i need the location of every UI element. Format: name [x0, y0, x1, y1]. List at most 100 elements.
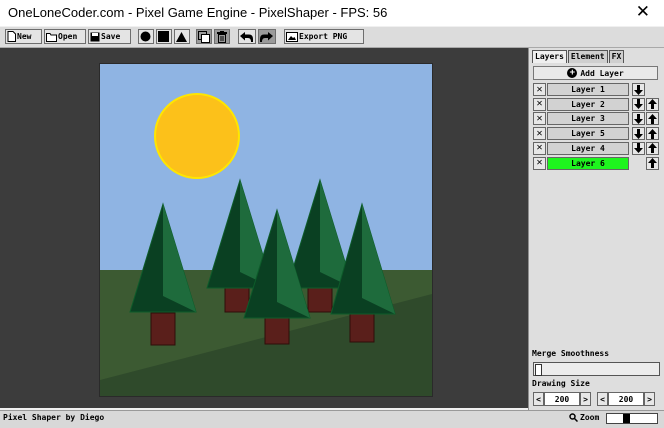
layer-row: ✕ Layer 1: [533, 83, 660, 96]
export-image-icon: [286, 31, 298, 42]
move-layer-up-button[interactable]: [646, 97, 659, 111]
add-layer-button[interactable]: + Add Layer: [533, 66, 658, 80]
circle-icon: [140, 31, 151, 42]
move-layer-down-button[interactable]: [632, 141, 645, 155]
toolbar: New Open Save Export PNG: [0, 27, 664, 48]
arrow-down-icon: [634, 113, 643, 124]
delete-x-icon: ✕: [536, 83, 543, 95]
tab-fx[interactable]: FX: [608, 50, 625, 63]
drawing-canvas[interactable]: [99, 63, 433, 397]
workspace: [0, 48, 528, 408]
status-text: Pixel Shaper by Diego: [3, 413, 105, 422]
height-value[interactable]: 200: [608, 392, 644, 406]
layer-row: ✕ Layer 2: [533, 97, 660, 111]
zoom-slider-thumb[interactable]: [623, 414, 630, 423]
layer-name[interactable]: Layer 6: [547, 156, 629, 170]
triangle-icon: [176, 31, 187, 42]
magnifier-icon: [569, 413, 578, 422]
move-layer-up-button[interactable]: [646, 156, 659, 170]
side-panel: Layers Element FX + Add Layer ✕ Layer 1 ✕ L…: [528, 48, 664, 410]
add-layer-label: Add Layer: [580, 68, 624, 78]
new-button[interactable]: New: [5, 29, 42, 44]
save-button[interactable]: Save: [88, 29, 131, 44]
width-increase-button[interactable]: >: [580, 392, 591, 406]
arrow-up-icon: [648, 99, 657, 110]
delete-layer-button[interactable]: ✕: [533, 112, 546, 126]
close-icon[interactable]: ✕: [636, 2, 650, 22]
status-bar: Pixel Shaper by Diego Zoom: [0, 410, 664, 428]
layer-name[interactable]: Layer 4: [547, 141, 629, 155]
open-button-label: Open: [58, 32, 78, 41]
move-layer-up-button[interactable]: [646, 141, 659, 155]
triangle-tool-button[interactable]: [174, 29, 190, 44]
arrow-up-icon: [648, 128, 657, 139]
delete-layer-button[interactable]: ✕: [533, 141, 546, 155]
tab-element[interactable]: Element: [567, 50, 608, 63]
open-button[interactable]: Open: [44, 29, 86, 44]
new-file-icon: [7, 31, 16, 42]
layer-name[interactable]: Layer 3: [547, 112, 629, 126]
circle-tool-button[interactable]: [138, 29, 154, 44]
move-layer-down-button[interactable]: [632, 97, 645, 111]
duplicate-tool-button[interactable]: [196, 29, 212, 44]
sky: [100, 64, 432, 270]
layer-row: ✕ Layer 6: [533, 156, 660, 170]
panel-tabs: Layers Element FX: [532, 50, 625, 63]
undo-arrow-icon: [240, 31, 253, 42]
delete-x-icon: ✕: [536, 112, 543, 124]
arrow-down-icon: [634, 84, 643, 95]
tab-layers[interactable]: Layers: [532, 50, 567, 63]
merge-smoothness-slider[interactable]: [533, 362, 660, 376]
arrow-down-icon: [634, 143, 643, 154]
layer-row: ✕ Layer 4: [533, 141, 660, 155]
save-disk-icon: [90, 32, 100, 41]
save-button-label: Save: [101, 32, 121, 41]
redo-arrow-icon: [260, 31, 273, 42]
delete-x-icon: ✕: [536, 98, 543, 110]
move-layer-up-button[interactable]: [646, 112, 659, 126]
width-decrease-button[interactable]: <: [533, 392, 544, 406]
height-decrease-button[interactable]: <: [597, 392, 608, 406]
move-layer-up-button[interactable]: [646, 127, 659, 141]
layer-name[interactable]: Layer 5: [547, 127, 629, 141]
arrow-up-icon: [648, 113, 657, 124]
delete-x-icon: ✕: [536, 127, 543, 139]
merge-smoothness-label: Merge Smoothness: [532, 349, 610, 358]
title-bar: OneLoneCoder.com - Pixel Game Engine - P…: [0, 0, 664, 26]
move-layer-down-button[interactable]: [632, 112, 645, 126]
trash-icon: [216, 30, 227, 43]
drawing-size-label: Drawing Size: [532, 379, 590, 388]
open-folder-icon: [46, 32, 57, 42]
delete-layer-button[interactable]: ✕: [533, 97, 546, 111]
arrow-up-icon: [648, 158, 657, 168]
delete-x-icon: ✕: [536, 157, 543, 168]
height-stepper: < 200 >: [597, 392, 655, 406]
export-png-label: Export PNG: [299, 32, 348, 41]
redo-button[interactable]: [258, 29, 276, 44]
square-tool-button[interactable]: [156, 29, 172, 44]
canvas-artwork: [100, 64, 432, 396]
delete-tool-button[interactable]: [214, 29, 230, 44]
square-icon: [158, 31, 169, 42]
add-circle-icon: +: [567, 68, 578, 78]
layer-row: ✕ Layer 3: [533, 112, 660, 126]
delete-layer-button[interactable]: ✕: [533, 156, 546, 170]
layer-name[interactable]: Layer 2: [547, 97, 629, 111]
width-value[interactable]: 200: [544, 392, 580, 406]
slider-thumb[interactable]: [535, 364, 542, 376]
arrow-up-icon: [648, 143, 657, 154]
height-increase-button[interactable]: >: [644, 392, 655, 406]
zoom-label: Zoom: [569, 413, 599, 422]
export-png-button[interactable]: Export PNG: [284, 29, 364, 44]
duplicate-icon: [197, 30, 210, 43]
arrow-down-icon: [634, 128, 643, 139]
move-layer-down-button[interactable]: [632, 127, 645, 141]
zoom-slider[interactable]: [606, 413, 658, 424]
undo-button[interactable]: [238, 29, 256, 44]
move-layer-down-button[interactable]: [632, 83, 645, 96]
window-title: OneLoneCoder.com - Pixel Game Engine - P…: [8, 5, 388, 20]
delete-layer-button[interactable]: ✕: [533, 83, 546, 96]
layer-name[interactable]: Layer 1: [547, 83, 629, 96]
delete-layer-button[interactable]: ✕: [533, 127, 546, 141]
new-button-label: New: [17, 32, 32, 41]
